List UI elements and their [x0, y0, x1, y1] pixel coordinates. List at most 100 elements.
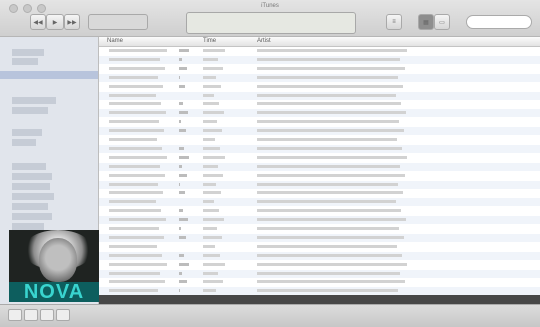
table-cell-placeholder	[109, 253, 162, 257]
previous-track-button[interactable]: ◀◀	[30, 14, 46, 30]
table-row[interactable]	[99, 216, 540, 225]
table-row[interactable]	[99, 127, 540, 136]
table-row[interactable]	[99, 47, 540, 55]
column-header-artist[interactable]: Artist	[257, 38, 271, 44]
next-track-button[interactable]: ▶▶	[64, 14, 80, 30]
track-list[interactable]: Name Time Artist	[99, 37, 540, 296]
table-row[interactable]	[99, 207, 540, 215]
table-cell-placeholder	[203, 253, 220, 257]
table-cell-placeholder	[257, 235, 404, 239]
table-row[interactable]	[99, 198, 540, 207]
table-cell-placeholder	[203, 280, 223, 284]
table-cell-placeholder	[109, 235, 164, 239]
table-row[interactable]	[99, 55, 540, 64]
view-as-list-button[interactable]: ≡	[386, 14, 402, 30]
table-cell-placeholder	[179, 173, 187, 177]
table-cell-placeholder	[179, 57, 182, 61]
sidebar-item[interactable]	[12, 49, 44, 56]
sidebar-item[interactable]	[12, 213, 52, 220]
toolbar: iTunes ◀◀ ▶ ▶▶ ≡ ▦ ▭	[0, 0, 540, 37]
track-list-header: Name Time Artist	[99, 37, 540, 47]
table-cell-placeholder	[203, 120, 217, 124]
table-row[interactable]	[99, 83, 540, 91]
table-row[interactable]	[99, 172, 540, 180]
sidebar-item[interactable]	[12, 129, 42, 136]
table-cell-placeholder	[257, 49, 407, 52]
add-playlist-button[interactable]	[8, 309, 22, 321]
table-cell-placeholder	[257, 111, 406, 115]
table-cell-placeholder	[257, 191, 403, 195]
table-row[interactable]	[99, 65, 540, 73]
table-row[interactable]	[99, 73, 540, 82]
sidebar-item[interactable]	[12, 223, 44, 230]
table-row[interactable]	[99, 269, 540, 278]
table-cell-placeholder	[203, 75, 216, 79]
table-cell-placeholder	[109, 49, 167, 52]
table-cell-placeholder	[203, 84, 221, 88]
table-row[interactable]	[99, 154, 540, 162]
table-cell-placeholder	[257, 93, 396, 97]
table-row[interactable]	[99, 144, 540, 153]
status-bar	[0, 304, 540, 327]
table-cell-placeholder	[109, 209, 161, 213]
artwork-toggle-button[interactable]	[56, 309, 70, 321]
table-row[interactable]	[99, 162, 540, 171]
sidebar-item[interactable]	[12, 107, 48, 114]
table-row[interactable]	[99, 233, 540, 242]
table-cell-placeholder	[109, 173, 165, 177]
sidebar-item[interactable]	[12, 193, 54, 200]
sidebar-item[interactable]	[12, 97, 56, 104]
table-cell-placeholder	[179, 164, 182, 168]
table-row[interactable]	[99, 261, 540, 269]
play-button[interactable]: ▶	[46, 14, 64, 30]
table-cell-placeholder	[179, 289, 180, 293]
table-row[interactable]	[99, 136, 540, 144]
table-row[interactable]	[99, 91, 540, 100]
view-as-grid-button[interactable]: ▦	[418, 14, 434, 30]
repeat-button[interactable]	[40, 309, 54, 321]
sidebar-item[interactable]	[12, 173, 52, 180]
table-row[interactable]	[99, 189, 540, 197]
table-cell-placeholder	[179, 120, 181, 124]
table-row[interactable]	[99, 225, 540, 233]
sidebar-item[interactable]	[12, 58, 38, 65]
album-artwork[interactable]: NOVA	[9, 230, 99, 302]
search-input[interactable]	[466, 15, 532, 29]
table-cell-placeholder	[109, 191, 163, 195]
table-cell-placeholder	[179, 66, 187, 70]
table-cell-placeholder	[257, 244, 397, 248]
view-coverflow-button[interactable]: ▭	[434, 14, 450, 30]
table-row[interactable]	[99, 180, 540, 189]
column-header-time[interactable]: Time	[203, 38, 216, 44]
table-cell-placeholder	[257, 262, 407, 266]
table-cell-placeholder	[179, 191, 185, 195]
table-cell-placeholder	[257, 182, 398, 186]
table-row[interactable]	[99, 100, 540, 108]
shuffle-button[interactable]	[24, 309, 38, 321]
table-cell-placeholder	[109, 120, 159, 124]
table-cell-placeholder	[257, 66, 405, 70]
table-cell-placeholder	[257, 253, 402, 257]
table-row[interactable]	[99, 109, 540, 118]
table-row[interactable]	[99, 118, 540, 126]
table-cell-placeholder	[257, 75, 398, 79]
table-cell-placeholder	[179, 155, 189, 159]
sidebar-item[interactable]	[12, 183, 50, 190]
table-row[interactable]	[99, 251, 540, 260]
table-cell-placeholder	[257, 289, 398, 293]
table-row[interactable]	[99, 278, 540, 286]
volume-slider[interactable]	[88, 14, 148, 30]
table-cell-placeholder	[179, 84, 185, 88]
table-cell-placeholder	[203, 235, 222, 239]
column-header-name[interactable]: Name	[107, 38, 123, 44]
table-cell-placeholder	[109, 129, 164, 133]
table-row[interactable]	[99, 243, 540, 251]
sidebar-item-selected[interactable]	[0, 71, 98, 79]
sidebar-item[interactable]	[12, 163, 46, 170]
sidebar-item[interactable]	[12, 139, 36, 146]
table-cell-placeholder	[109, 57, 160, 61]
rewind-icon: ◀◀	[33, 19, 43, 26]
table-cell-placeholder	[179, 218, 188, 222]
table-cell-placeholder	[179, 129, 186, 133]
sidebar-item[interactable]	[12, 203, 48, 210]
